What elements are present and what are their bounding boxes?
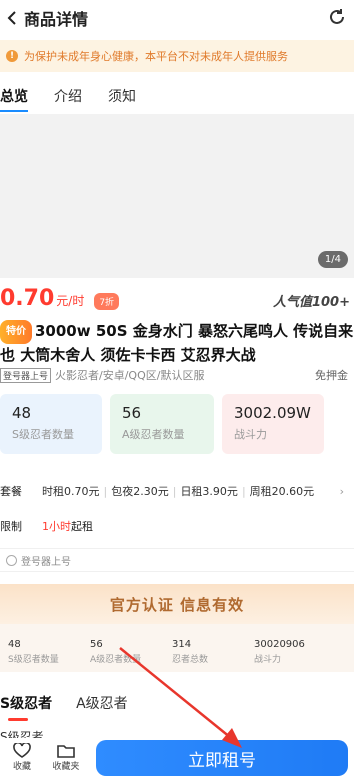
tab-s-ninja[interactable]: S级忍者 <box>0 693 52 721</box>
minor-protection-notice: ! 为保护未成年身心健康，本平台不对未成年人提供服务 <box>0 40 354 72</box>
refresh-button[interactable] <box>326 6 348 28</box>
tab-intro[interactable]: 介绍 <box>54 86 82 106</box>
section-tabs: 总览 介绍 须知 <box>0 80 354 112</box>
platform-info: 火影忍者/安卓/QQ区/默认区服 <box>55 369 205 382</box>
notice-text: 为保护未成年身心健康，本平台不对未成年人提供服务 <box>24 50 288 63</box>
summary-item: 30020906 战斗力 <box>246 624 336 672</box>
product-title: 3000w 50S 金身水门 暴怒六尾鸣人 传说自来也 大筒木舍人 须佐卡卡西 … <box>0 322 354 364</box>
launcher-tag: 登号器上号 <box>0 367 52 383</box>
summary-item: 314 忍者总数 <box>164 624 246 672</box>
summary-label: A级忍者数量 <box>90 655 142 665</box>
tab-overview[interactable]: 总览 <box>0 86 28 112</box>
package-item: 包夜2.30元 <box>111 485 169 498</box>
stat-label: S级忍者数量 <box>12 428 74 441</box>
bottom-bar: 收藏 收藏夹 立即租号 <box>0 738 354 776</box>
info-icon: ! <box>6 50 18 62</box>
summary-item: 48 S级忍者数量 <box>0 624 82 672</box>
refresh-icon <box>330 9 344 24</box>
official-banner: 官方认证 信息有效 <box>0 584 354 624</box>
rent-now-button[interactable]: 立即租号 <box>96 740 348 776</box>
stat-card: 3002.09W 战斗力 <box>222 394 324 454</box>
tab-a-ninja[interactable]: A级忍者 <box>76 693 128 713</box>
top-bar: 商品详情 <box>0 0 354 36</box>
product-name: 特价 3000w 50S 金身水门 暴怒六尾鸣人 传说自来也 大筒木舍人 须佐卡卡… <box>0 320 354 366</box>
package-item: 日租3.90元 <box>180 485 238 498</box>
product-meta: 登号器上号 火影忍者/安卓/QQ区/默认区服 免押金 <box>0 366 354 384</box>
image-gallery[interactable]: 1/4 <box>0 114 354 278</box>
heart-icon <box>13 742 31 758</box>
summary-value: 314 <box>172 639 192 650</box>
ninja-tabs: S级忍者 A级忍者 <box>0 690 354 721</box>
page-title: 商品详情 <box>24 10 89 29</box>
summary-box: 48 S级忍者数量 56 A级忍者数量 314 忍者总数 30020906 战斗… <box>0 624 354 672</box>
summary-value: 30020906 <box>254 639 305 650</box>
favorite-label: 收藏 <box>12 761 31 772</box>
price-value: 0.70 <box>0 286 55 311</box>
favorite-button[interactable]: 收藏 <box>0 742 44 772</box>
package-item: 周租20.60元 <box>249 485 315 498</box>
summary-label: 忍者总数 <box>172 655 209 665</box>
stat-value: 56 <box>122 404 142 422</box>
summary-label: S级忍者数量 <box>8 655 59 665</box>
back-button[interactable] <box>2 0 22 36</box>
stat-card: 56 A级忍者数量 <box>110 394 214 454</box>
folder-icon <box>57 744 75 758</box>
package-row[interactable]: 套餐 时租0.70元 | 包夜2.30元 | 日租3.90元 | 周租20.60元 › <box>0 480 354 502</box>
limit-suffix: 起租 <box>71 520 93 533</box>
stat-card: 48 S级忍者数量 <box>0 394 102 454</box>
gallery-pager: 1/4 <box>317 251 348 268</box>
summary-value: 56 <box>90 639 103 650</box>
launcher-row: 登号器上号 <box>0 548 354 572</box>
package-label: 套餐 <box>0 485 22 498</box>
limit-hours: 1小时 <box>42 520 71 533</box>
summary-value: 48 <box>8 639 21 650</box>
chevron-right-icon: › <box>339 484 344 498</box>
limit-row: 限制 1小时 起租 <box>0 516 354 536</box>
tab-notice[interactable]: 须知 <box>108 86 136 106</box>
stat-label: 战斗力 <box>234 428 267 441</box>
summary-label: 战斗力 <box>254 655 282 665</box>
no-deposit-label: 免押金 <box>315 369 348 382</box>
chevron-left-icon <box>7 11 16 25</box>
price-row: 0.70 元/时 7折 人气值100+ <box>0 286 354 316</box>
collection-button[interactable]: 收藏夹 <box>44 743 88 772</box>
launcher-text: 登号器上号 <box>21 556 71 568</box>
popularity-label: 人气值100+ <box>272 295 350 310</box>
stat-label: A级忍者数量 <box>122 428 185 441</box>
discount-badge: 7折 <box>94 292 120 310</box>
collection-label: 收藏夹 <box>52 761 80 772</box>
stat-value: 3002.09W <box>234 404 311 422</box>
package-item: 时租0.70元 <box>42 485 100 498</box>
check-circle-icon <box>6 554 17 566</box>
summary-item: 56 A级忍者数量 <box>82 624 164 672</box>
stat-value: 48 <box>12 404 32 422</box>
stats-cards: 48 S级忍者数量 56 A级忍者数量 3002.09W 战斗力 <box>0 394 354 454</box>
special-offer-badge: 特价 <box>0 320 32 344</box>
price-unit: 元/时 <box>56 294 85 308</box>
limit-label: 限制 <box>0 520 22 533</box>
